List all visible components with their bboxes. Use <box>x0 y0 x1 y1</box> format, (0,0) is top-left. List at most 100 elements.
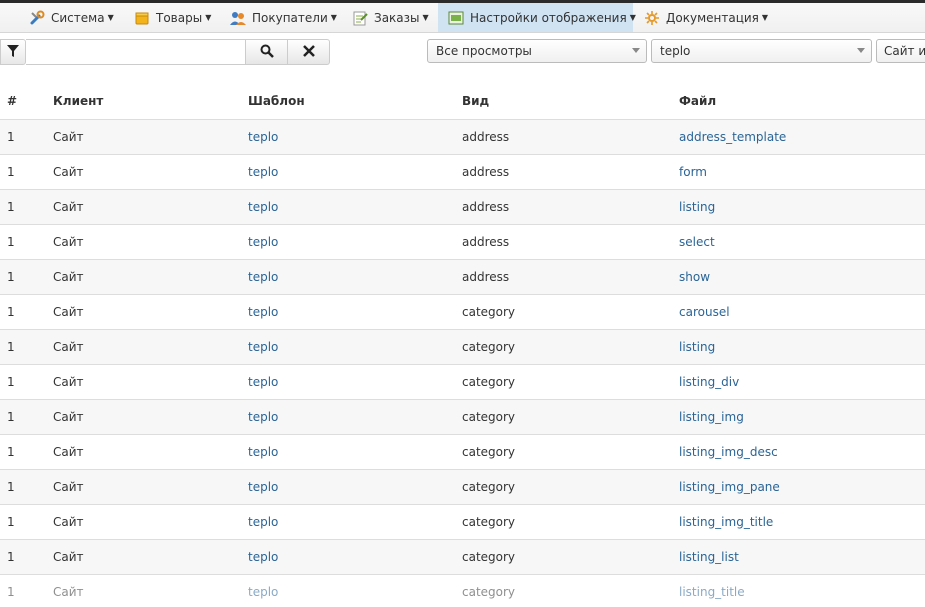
file-link[interactable]: listing_title <box>679 585 745 599</box>
template-link[interactable]: teplo <box>248 305 278 319</box>
menu-display-settings[interactable]: Настройки отображения ▼ <box>438 3 636 32</box>
cell-file: listing_img <box>679 399 925 435</box>
cell-num: 1 <box>0 539 53 575</box>
cell-num: 1 <box>0 574 53 607</box>
menu-customers[interactable]: Покупатели ▼ <box>220 3 345 32</box>
template-link[interactable]: teplo <box>248 200 278 214</box>
views-select-value: Все просмотры <box>436 44 532 58</box>
cell-view: address <box>462 189 679 225</box>
cell-file: address_template <box>679 119 925 155</box>
file-link[interactable]: listing_img_desc <box>679 445 778 459</box>
cell-file: listing_list <box>679 539 925 575</box>
filter-button[interactable] <box>0 39 26 65</box>
file-link[interactable]: listing_div <box>679 375 739 389</box>
cell-num: 1 <box>0 504 53 540</box>
template-link[interactable]: teplo <box>248 130 278 144</box>
template-link[interactable]: teplo <box>248 270 278 284</box>
menu-system[interactable]: Система ▼ <box>19 3 122 32</box>
client-select[interactable]: Сайт и <box>876 39 925 63</box>
menu-products[interactable]: Товары ▼ <box>124 3 219 32</box>
menu-orders-label: Заказы <box>374 10 420 25</box>
file-link[interactable]: carousel <box>679 305 730 319</box>
table-row[interactable]: 1 Сайт teplo category listing_list <box>0 539 925 575</box>
template-link[interactable]: teplo <box>248 515 278 529</box>
chevron-down-icon <box>857 48 865 53</box>
cell-template: teplo <box>248 224 462 260</box>
file-link[interactable]: listing_img_pane <box>679 480 780 494</box>
client-select-value: Сайт и <box>884 44 925 58</box>
column-header-file[interactable]: Файл <box>679 84 925 120</box>
clear-search-button[interactable] <box>287 39 330 65</box>
template-link[interactable]: teplo <box>248 550 278 564</box>
cell-view: address <box>462 119 679 155</box>
cell-client: Сайт <box>53 469 248 505</box>
file-link[interactable]: listing_img <box>679 410 744 424</box>
template-link[interactable]: teplo <box>248 445 278 459</box>
template-link[interactable]: teplo <box>248 585 278 599</box>
table-row[interactable]: 1 Сайт teplo category carousel <box>0 294 925 330</box>
table-row[interactable]: 1 Сайт teplo category listing_img_pane <box>0 469 925 505</box>
table-row[interactable]: 1 Сайт teplo address select <box>0 224 925 260</box>
table-row[interactable]: 1 Сайт teplo address show <box>0 259 925 295</box>
column-header-template[interactable]: Шаблон <box>248 84 462 120</box>
table-row[interactable]: 1 Сайт teplo address form <box>0 154 925 190</box>
filter-icon <box>6 44 20 61</box>
template-link[interactable]: teplo <box>248 480 278 494</box>
cell-view: category <box>462 294 679 330</box>
top-menu-bar: Система ▼ Товары ▼ Покупатели ▼ Заказы ▼… <box>0 0 925 33</box>
cell-num: 1 <box>0 329 53 365</box>
table-row[interactable]: 1 Сайт teplo category listing_img_title <box>0 504 925 540</box>
cell-file: show <box>679 259 925 295</box>
file-link[interactable]: listing_list <box>679 550 739 564</box>
cell-file: listing <box>679 329 925 365</box>
cell-file: listing_img_pane <box>679 469 925 505</box>
cell-num: 1 <box>0 259 53 295</box>
file-link[interactable]: listing_img_title <box>679 515 773 529</box>
file-link[interactable]: address_template <box>679 130 786 144</box>
cell-num: 1 <box>0 119 53 155</box>
docs-icon <box>644 10 660 26</box>
table-row[interactable]: 1 Сайт teplo address listing <box>0 189 925 225</box>
cell-view: category <box>462 574 679 607</box>
search-button[interactable] <box>245 39 288 65</box>
file-link[interactable]: form <box>679 165 707 179</box>
template-link[interactable]: teplo <box>248 235 278 249</box>
column-header-view[interactable]: Вид <box>462 84 679 120</box>
file-link[interactable]: listing <box>679 200 715 214</box>
template-link[interactable]: teplo <box>248 410 278 424</box>
cell-client: Сайт <box>53 189 248 225</box>
views-select[interactable]: Все просмотры <box>427 39 647 63</box>
cell-template: teplo <box>248 469 462 505</box>
users-icon <box>230 10 246 26</box>
template-link[interactable]: teplo <box>248 165 278 179</box>
menu-system-label: Система <box>51 10 105 25</box>
cell-template: teplo <box>248 574 462 607</box>
cell-view: category <box>462 469 679 505</box>
table-row[interactable]: 1 Сайт teplo address address_template <box>0 119 925 155</box>
file-link[interactable]: show <box>679 270 710 284</box>
cell-client: Сайт <box>53 364 248 400</box>
file-link[interactable]: listing <box>679 340 715 354</box>
table-row[interactable]: 1 Сайт teplo category listing <box>0 329 925 365</box>
column-header-client[interactable]: Клиент <box>53 84 248 120</box>
table-row[interactable]: 1 Сайт teplo category listing_img <box>0 399 925 435</box>
cell-client: Сайт <box>53 294 248 330</box>
chevron-down-icon: ▼ <box>761 13 769 22</box>
search-input[interactable] <box>26 39 246 65</box>
cell-file: listing_img_title <box>679 504 925 540</box>
template-link[interactable]: teplo <box>248 375 278 389</box>
table-row[interactable]: 1 Сайт teplo category listing_title <box>0 574 925 607</box>
table-row[interactable]: 1 Сайт teplo category listing_div <box>0 364 925 400</box>
template-select[interactable]: teplo <box>651 39 872 63</box>
cell-client: Сайт <box>53 329 248 365</box>
templates-table: # Клиент Шаблон Вид Файл 1 Сайт teplo addre… <box>0 84 925 607</box>
template-link[interactable]: teplo <box>248 340 278 354</box>
menu-orders[interactable]: Заказы ▼ <box>342 3 437 32</box>
file-link[interactable]: select <box>679 235 715 249</box>
cell-template: teplo <box>248 259 462 295</box>
menu-documentation[interactable]: Документация ▼ <box>634 3 776 32</box>
column-header-num[interactable]: # <box>0 84 53 120</box>
table-row[interactable]: 1 Сайт teplo category listing_img_desc <box>0 434 925 470</box>
cell-template: teplo <box>248 329 462 365</box>
cell-view: category <box>462 364 679 400</box>
